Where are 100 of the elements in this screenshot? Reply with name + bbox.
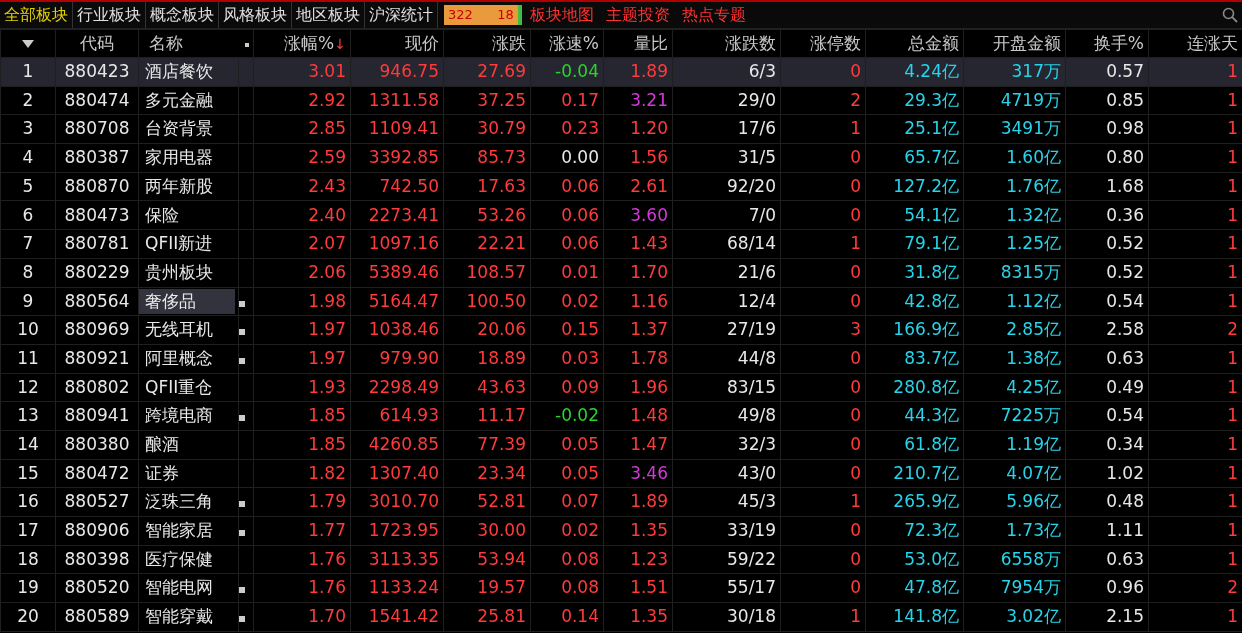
link[interactable]: 板块地图 <box>530 3 594 27</box>
link[interactable]: 主题投资 <box>606 3 670 27</box>
table-cell: 1 <box>780 487 866 517</box>
table-row[interactable]: 13 880941 跨境电商 1.85 614.93 11.17 -0.02 1.48 49/8 0 44.3亿 7225万 0.54 1 <box>0 401 1242 431</box>
table-cell: 0.98 <box>1065 114 1149 144</box>
table-cell: 880398 <box>55 545 139 574</box>
table-cell: 4260.85 <box>350 430 444 460</box>
table-cell: 30.00 <box>443 516 531 546</box>
table-cell: 44/8 <box>672 344 781 374</box>
table-row[interactable]: 14 880380 酿酒 1.85 4260.85 77.39 0.05 1.47 32/3 0 61.8亿 1.19亿 0.34 1 <box>0 430 1242 460</box>
table-cell: 19.57 <box>443 573 531 603</box>
table-cell: 31/5 <box>672 143 781 173</box>
tab[interactable]: 概念板块 <box>146 2 219 28</box>
table-cell: 1.82 <box>253 459 351 488</box>
table-cell: 5 <box>0 172 56 201</box>
table-cell: 61.8亿 <box>865 430 964 460</box>
table-cell: 880906 <box>55 516 139 546</box>
column-header[interactable]: 涨幅% <box>284 32 335 53</box>
table-row[interactable]: 15 880472 证券 1.82 1307.40 23.34 0.05 3.46 43/0 0 210.7亿 4.07亿 1.02 1 <box>0 459 1242 488</box>
table-cell: 0 <box>780 430 866 460</box>
table-cell: 0 <box>780 573 866 603</box>
table-cell: 3392.85 <box>350 143 444 173</box>
table-cell: 0 <box>780 200 866 230</box>
table-cell: 0.49 <box>1065 373 1149 402</box>
table-row[interactable]: 19 880520 智能电网 1.76 1133.24 19.57 0.08 1.51 55/17 0 47.8亿 7954万 0.96 2 <box>0 573 1242 603</box>
table-cell: 880941 <box>55 401 139 431</box>
table-row[interactable]: 1 880423 酒店餐饮 3.01 946.75 27.69 -0.04 1.89 6/3 0 4.24亿 317万 0.57 1 <box>0 57 1242 87</box>
sort-arrow-icon[interactable]: ↓ <box>334 35 346 52</box>
table-cell: 979.90 <box>350 344 444 374</box>
table-row[interactable]: 17 880906 智能家居 1.77 1723.95 30.00 0.02 1.35 33/19 0 72.3亿 1.73亿 1.11 1 <box>0 516 1242 546</box>
table-cell: 0.54 <box>1065 401 1149 431</box>
table-cell-text: 酿酒 <box>144 433 180 457</box>
table-cell: 0.08 <box>530 573 604 603</box>
table-cell: 1 <box>780 602 866 632</box>
tab[interactable]: 全部板块 <box>0 2 73 28</box>
search-icon[interactable] <box>1222 7 1238 23</box>
dropdown-triangle-icon[interactable] <box>22 39 34 48</box>
table-cell: 7/0 <box>672 200 781 230</box>
table-cell: 4.25亿 <box>963 373 1066 402</box>
table-cell: 265.9亿 <box>865 487 964 517</box>
table-cell-text: 跨境电商 <box>144 404 214 428</box>
table-cell: 4 <box>0 143 56 173</box>
table-cell: 880472 <box>55 459 139 488</box>
tab[interactable]: 风格板块 <box>219 2 292 28</box>
table-row[interactable]: 3 880708 台资背景 2.85 1109.41 30.79 0.23 1.20 17/6 1 25.1亿 3491万 0.98 1 <box>0 114 1242 144</box>
table-cell: 17/6 <box>672 114 781 144</box>
table-cell: 1.78 <box>603 344 673 374</box>
table-cell: 1.43 <box>603 229 673 259</box>
table-cell: 0.48 <box>1065 487 1149 517</box>
table-row[interactable]: 10 880969 无线耳机 1.97 1038.46 20.06 0.15 1.37 27/19 3 166.9亿 2.85亿 2.58 2 <box>0 315 1242 345</box>
table-cell: 0.63 <box>1065 344 1149 374</box>
table-cell: 880870 <box>55 172 139 201</box>
table-cell: 11.17 <box>443 401 531 431</box>
table-row[interactable]: 6 880473 保险 2.40 2273.41 53.26 0.06 3.60 7/0 0 54.1亿 1.32亿 0.36 1 <box>0 200 1242 230</box>
table-row[interactable]: 4 880387 家用电器 2.59 3392.85 85.73 0.00 1.56 31/5 0 65.7亿 1.60亿 0.80 1 <box>0 143 1242 173</box>
table-cell-text: 台资背景 <box>144 117 214 141</box>
tab[interactable]: 行业板块 <box>73 2 146 28</box>
table-cell: 2.06 <box>253 258 351 287</box>
table-cell-text: 家用电器 <box>144 146 214 170</box>
table-cell: 2273.41 <box>350 200 444 230</box>
table-row[interactable]: 5 880870 两年新股 2.43 742.50 17.63 0.06 2.61 92/20 0 127.2亿 1.76亿 1.68 1 <box>0 172 1242 201</box>
table-cell: 108.57 <box>443 258 531 287</box>
table-cell: 3491万 <box>963 114 1066 144</box>
table-row[interactable]: 7 880781 QFII新进 2.07 1097.16 22.21 0.06 1.43 68/14 1 79.1亿 1.25亿 0.52 1 <box>0 229 1242 259</box>
table-cell: 0.57 <box>1065 57 1149 87</box>
table-cell: 2.85 <box>253 114 351 144</box>
table-cell: 3113.35 <box>350 545 444 574</box>
table-row[interactable]: 11 880921 阿里概念 1.97 979.90 18.89 0.03 1.78 44/8 0 83.7亿 1.38亿 0.63 1 <box>0 344 1242 374</box>
table-row[interactable]: 2 880474 多元金融 2.92 1311.58 37.25 0.17 3.21 29/0 2 29.3亿 4719万 0.85 1 <box>0 86 1242 115</box>
table-cell: 3010.70 <box>350 487 444 517</box>
table-cell: 79.1亿 <box>865 229 964 259</box>
table-cell: 18.89 <box>443 344 531 374</box>
table-cell: 6558万 <box>963 545 1066 574</box>
table-row[interactable]: 18 880398 医疗保健 1.76 3113.35 53.94 0.08 1.23 59/22 0 53.0亿 6558万 0.63 1 <box>0 545 1242 574</box>
tab[interactable]: 地区板块 <box>292 2 365 28</box>
table-cell: 3 <box>0 114 56 144</box>
table-cell: 0.96 <box>1065 573 1149 603</box>
table-cell: 0 <box>780 258 866 287</box>
table-row[interactable]: 16 880527 泛珠三角 1.79 3010.70 52.81 0.07 1.89 45/3 1 265.9亿 5.96亿 0.48 1 <box>0 487 1242 517</box>
table-cell: 1109.41 <box>350 114 444 144</box>
table-row[interactable]: 9 880564 奢侈品 1.98 5164.47 100.50 0.02 1.16 12/4 0 42.8亿 1.12亿 0.54 1 <box>0 287 1242 316</box>
link[interactable]: 热点专题 <box>682 3 746 27</box>
table-cell: 1.76 <box>253 545 351 574</box>
table-cell: 0.01 <box>530 258 604 287</box>
table-cell: 27/19 <box>672 315 781 345</box>
table-cell: 946.75 <box>350 57 444 87</box>
table-row[interactable]: 8 880229 贵州板块 2.06 5389.46 108.57 0.01 1.70 21/6 0 31.8亿 8315万 0.52 1 <box>0 258 1242 287</box>
table-row[interactable]: 20 880589 智能穿戴 1.70 1541.42 25.81 0.14 1.35 30/18 1 141.8亿 3.02亿 2.15 1 <box>0 602 1242 632</box>
table-cell: 166.9亿 <box>865 315 964 345</box>
table-cell: 4.24亿 <box>865 57 964 87</box>
table-cell: 13 <box>0 401 56 431</box>
table-cell: 1.85 <box>253 401 351 431</box>
table-cell: 33/19 <box>672 516 781 546</box>
table-row[interactable]: 12 880802 QFII重仓 1.93 2298.49 43.63 0.09 1.96 83/15 0 280.8亿 4.25亿 0.49 1 <box>0 373 1242 402</box>
tab[interactable]: 沪深统计 <box>365 2 438 28</box>
table-cell: 880380 <box>55 430 139 460</box>
table-cell: 880564 <box>55 287 139 316</box>
table-cell: 1311.58 <box>350 86 444 115</box>
table-cell: 1.60亿 <box>963 143 1066 173</box>
table-cell: 59/22 <box>672 545 781 574</box>
